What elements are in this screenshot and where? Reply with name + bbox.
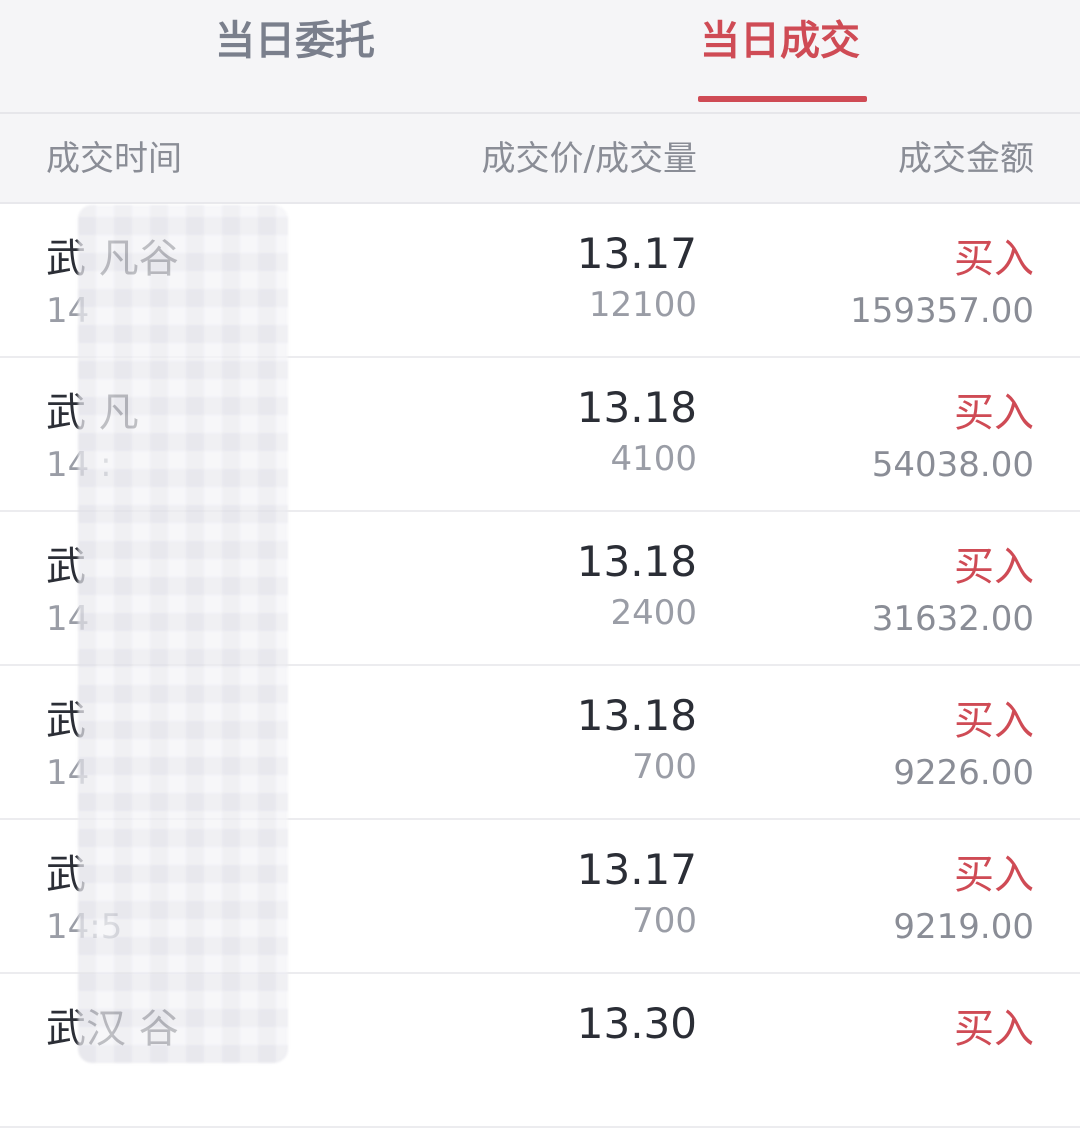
trade-price: 13.18 bbox=[576, 383, 697, 432]
trade-side: 买入 bbox=[954, 544, 1034, 590]
stock-name: 武 凡 bbox=[46, 390, 139, 436]
trade-time: 14 bbox=[46, 753, 90, 793]
stock-name: 武汉 谷 bbox=[46, 1006, 179, 1052]
trade-amount: 159357.00 bbox=[850, 291, 1034, 331]
column-header-amount: 成交金额 bbox=[898, 139, 1034, 179]
trade-price: 13.18 bbox=[576, 537, 697, 586]
tab-today-orders[interactable]: 当日委托 bbox=[215, 16, 375, 66]
tab-bar: 当日委托 当日成交 bbox=[0, 0, 1080, 114]
trade-side: 买入 bbox=[954, 390, 1034, 436]
trade-amount: 9226.00 bbox=[893, 753, 1034, 793]
trade-time: 14 bbox=[46, 599, 90, 639]
trade-quantity: 700 bbox=[632, 747, 697, 787]
trade-side: 买入 bbox=[954, 236, 1034, 282]
trade-side: 买入 bbox=[954, 1006, 1034, 1052]
trade-row[interactable]: 武 凡谷 14 13.17 12100 买入 159357.00 bbox=[0, 204, 1080, 358]
trade-amount: 54038.00 bbox=[871, 445, 1034, 485]
stock-name: 武 bbox=[46, 852, 86, 898]
trade-price: 13.18 bbox=[576, 691, 697, 740]
stock-name: 武 凡谷 bbox=[46, 236, 179, 282]
trade-time: 14 : bbox=[46, 445, 112, 485]
trade-row[interactable]: 武 14:5 13.17 700 买入 9219.00 bbox=[0, 820, 1080, 974]
trade-amount: 9219.00 bbox=[893, 907, 1034, 947]
trade-row[interactable]: 武汉 谷 13.30 买入 bbox=[0, 974, 1080, 1128]
trade-price: 13.30 bbox=[576, 999, 697, 1048]
trade-quantity: 4100 bbox=[610, 439, 697, 479]
trade-quantity: 2400 bbox=[610, 593, 697, 633]
stock-name: 武 bbox=[46, 544, 86, 590]
trade-quantity: 12100 bbox=[588, 285, 697, 325]
trade-list: 武 凡谷 14 13.17 12100 买入 159357.00 武 凡 14 … bbox=[0, 204, 1080, 1128]
trade-time: 14 bbox=[46, 291, 90, 331]
trade-side: 买入 bbox=[954, 698, 1034, 744]
trade-side: 买入 bbox=[954, 852, 1034, 898]
trade-amount: 31632.00 bbox=[871, 599, 1034, 639]
trade-price: 13.17 bbox=[576, 845, 697, 894]
column-header-price-qty: 成交价/成交量 bbox=[481, 139, 697, 179]
trade-row[interactable]: 武 14 13.18 700 买入 9226.00 bbox=[0, 666, 1080, 820]
column-header-row: 成交时间 成交价/成交量 成交金额 bbox=[0, 114, 1080, 204]
stock-name: 武 bbox=[46, 698, 86, 744]
column-header-time: 成交时间 bbox=[46, 139, 182, 179]
active-tab-indicator bbox=[698, 96, 867, 102]
trade-quantity: 700 bbox=[632, 901, 697, 941]
trade-price: 13.17 bbox=[576, 229, 697, 278]
trade-row[interactable]: 武 凡 14 : 13.18 4100 买入 54038.00 bbox=[0, 358, 1080, 512]
trade-row[interactable]: 武 14 13.18 2400 买入 31632.00 bbox=[0, 512, 1080, 666]
trade-time: 14:5 bbox=[46, 907, 123, 947]
tab-today-trades[interactable]: 当日成交 bbox=[700, 16, 860, 66]
